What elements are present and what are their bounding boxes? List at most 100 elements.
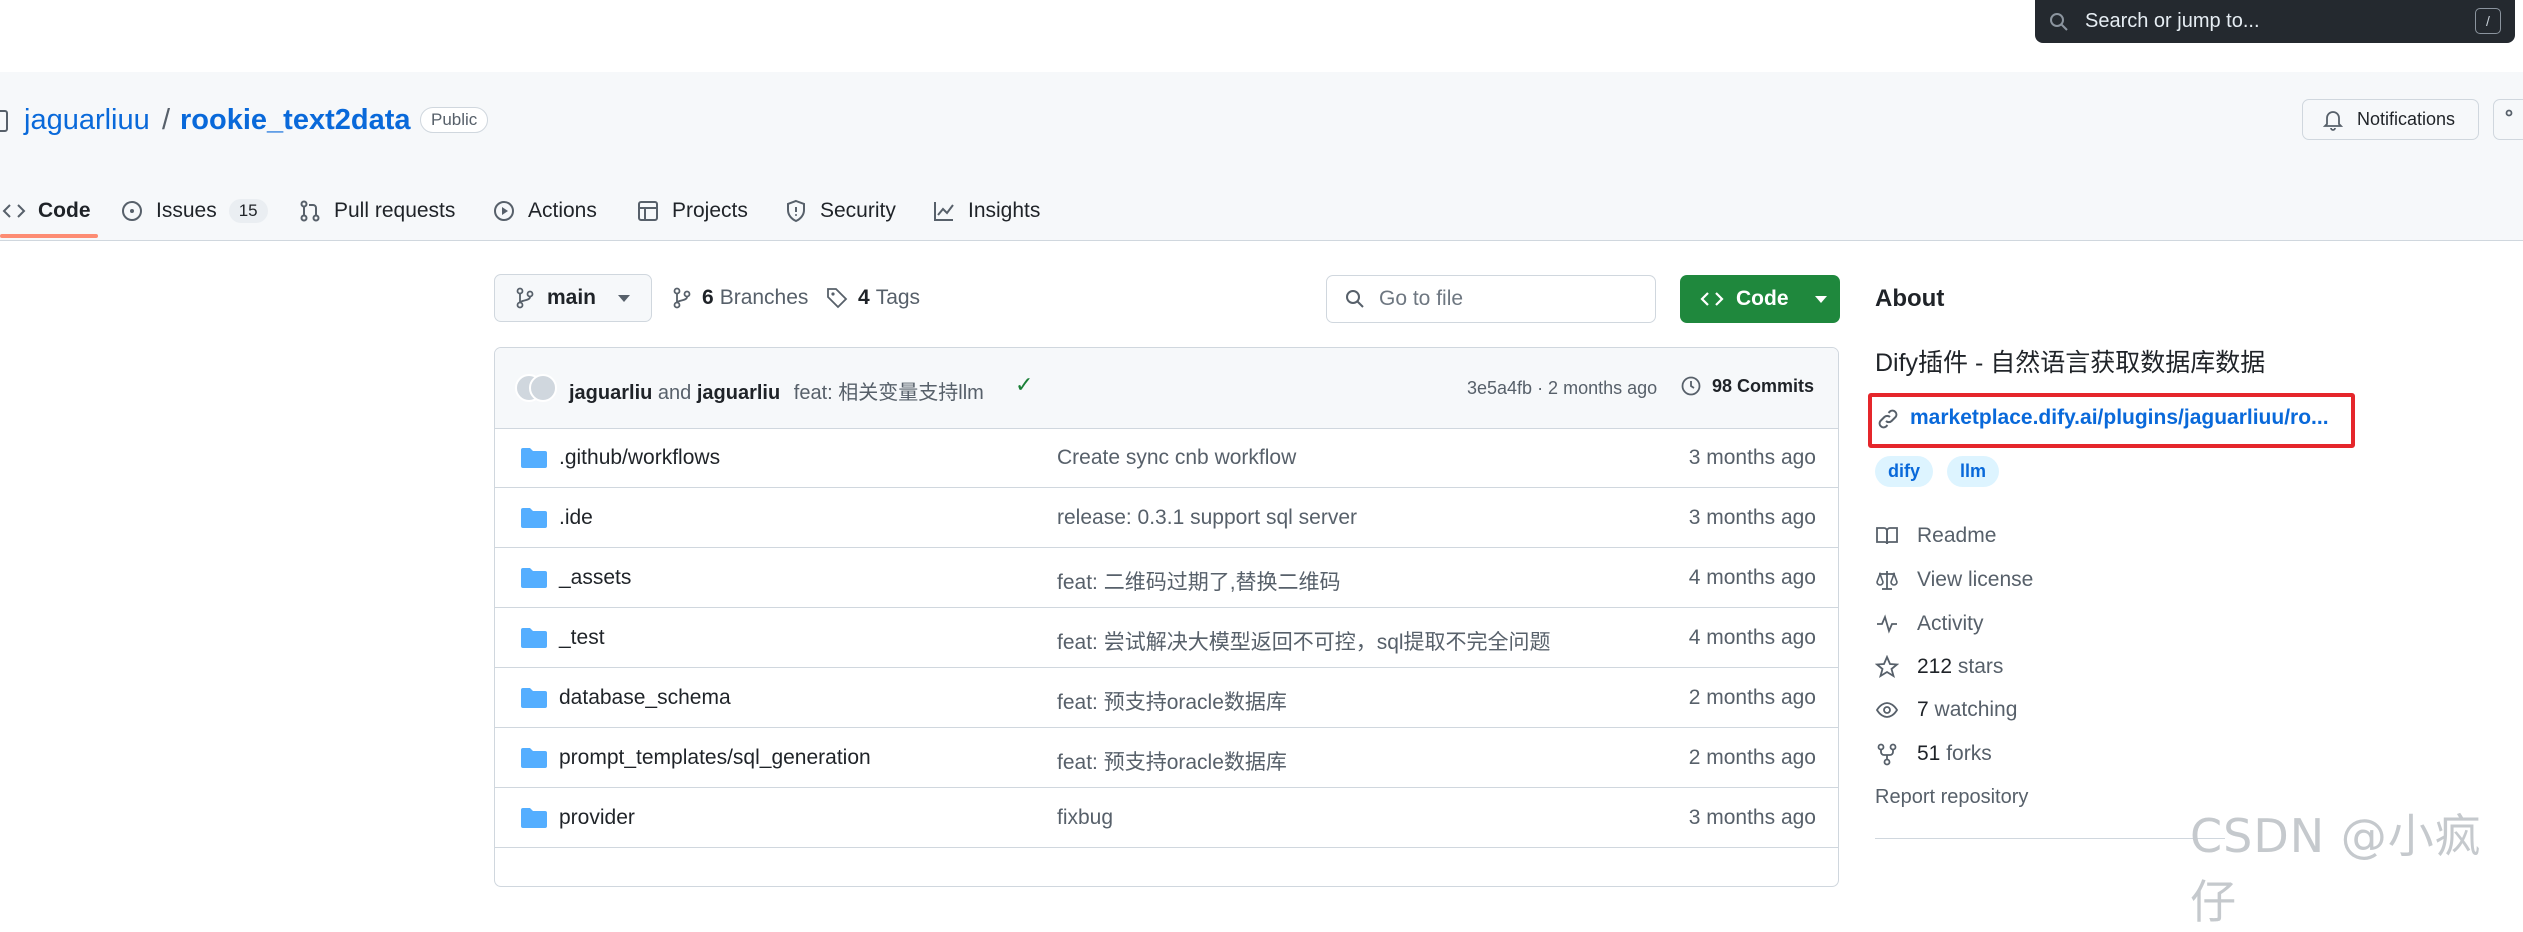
license-link[interactable]: View license: [1875, 568, 2033, 592]
code-button[interactable]: Code: [1680, 275, 1840, 323]
commit-author-2[interactable]: jaguarliu: [697, 382, 780, 404]
tab-code[interactable]: Code: [2, 186, 91, 236]
tab-projects[interactable]: Projects: [636, 186, 748, 236]
forks-link[interactable]: 51 forks: [1875, 742, 1992, 766]
report-repository-link[interactable]: Report repository: [1875, 786, 2028, 809]
commit-message[interactable]: feat: 相关变量支持llm: [794, 382, 984, 404]
folder-icon: [521, 508, 547, 528]
file-commit-message[interactable]: fixbug: [1057, 806, 1113, 830]
file-date: 2 months ago: [1688, 746, 1816, 769]
fork-button[interactable]: [2493, 99, 2523, 140]
play-icon: [494, 201, 514, 221]
table-row[interactable]: _assets feat: 二维码过期了,替换二维码 4 months ago: [495, 548, 1838, 608]
file-commit-message[interactable]: feat: 二维码过期了,替换二维码: [1057, 566, 1341, 596]
file-name[interactable]: .github/workflows: [559, 446, 720, 470]
branches-link[interactable]: 6 Branches: [672, 286, 808, 310]
file-commit-message[interactable]: feat: 预支持oracle数据库: [1057, 686, 1287, 716]
issue-icon: [122, 201, 142, 221]
file-commit-message[interactable]: Create sync cnb workflow: [1057, 446, 1296, 470]
tab-pull-requests[interactable]: Pull requests: [298, 186, 455, 236]
forks-label: forks: [1946, 742, 1992, 765]
file-commit-message[interactable]: feat: 尝试解决大模型返回不可控，sql提取不完全问题: [1057, 626, 1551, 656]
fork-icon: [2505, 109, 2513, 117]
tags-label: Tags: [875, 286, 921, 309]
file-name[interactable]: database_schema: [559, 686, 731, 710]
repo-name-link[interactable]: rookie_text2data: [180, 104, 411, 137]
commit-text: jaguarliu and jaguarliu feat: 相关变量支持llm: [569, 376, 984, 405]
notifications-label: Notifications: [2357, 109, 2456, 129]
repo-owner-link[interactable]: jaguarliuu: [24, 104, 150, 137]
table-row[interactable]: database_schema feat: 预支持oracle数据库 2 mon…: [495, 668, 1838, 728]
scale-icon: [1876, 571, 1898, 590]
notifications-button[interactable]: Notifications: [2302, 99, 2479, 140]
activity-label: Activity: [1917, 612, 1984, 635]
go-to-file-input[interactable]: Go to file: [1326, 275, 1656, 323]
go-to-file-placeholder: Go to file: [1379, 287, 1464, 310]
topic-tag[interactable]: dify: [1875, 456, 1934, 487]
history-icon: [1681, 376, 1701, 396]
table-row[interactable]: prompt_templates/sql_generation feat: 预支…: [495, 728, 1838, 788]
book-icon: [1876, 527, 1898, 545]
commit-hash-time[interactable]: 3e5a4fb · 2 months ago: [1467, 378, 1657, 399]
commits-count: 98 Commits: [1712, 375, 1815, 396]
repo-icon: [0, 110, 8, 132]
branch-icon: [516, 287, 534, 309]
stars-label: stars: [1957, 655, 2004, 678]
repo-description: Dify插件 - 自然语言获取数据库数据: [1875, 349, 2266, 377]
chevron-down-icon: [1814, 295, 1827, 303]
branch-name: main: [547, 286, 597, 309]
folder-icon: [521, 448, 547, 468]
commit-avatars[interactable]: [515, 374, 559, 402]
file-commit-message[interactable]: release: 0.3.1 support sql server: [1057, 506, 1357, 530]
tags-link[interactable]: 4 Tags: [826, 286, 920, 310]
branches-label: Branches: [719, 286, 809, 309]
pulse-icon: [1877, 614, 1897, 634]
tab-issues-label: Issues: [156, 199, 217, 222]
highlight-box: [1868, 393, 2355, 448]
search-box[interactable]: Search or jump to... /: [2035, 0, 2515, 43]
tab-pull-requests-label: Pull requests: [334, 199, 456, 222]
tab-insights-label: Insights: [968, 199, 1041, 222]
folder-icon: [521, 628, 547, 648]
readme-link[interactable]: Readme: [1875, 524, 1996, 548]
tab-actions[interactable]: Actions: [492, 186, 597, 236]
file-name[interactable]: provider: [559, 806, 635, 830]
tab-issues[interactable]: Issues 15: [120, 186, 268, 236]
activity-link[interactable]: Activity: [1875, 612, 1984, 636]
stars-link[interactable]: 212 stars: [1875, 655, 2003, 679]
tab-security-label: Security: [820, 199, 896, 222]
watching-link[interactable]: 7 watching: [1875, 698, 2017, 722]
branch-selector[interactable]: main: [494, 274, 652, 322]
tab-insights[interactable]: Insights: [932, 186, 1040, 236]
folder-icon: [521, 808, 547, 828]
repo-separator: /: [162, 104, 171, 136]
forks-count: 51: [1917, 742, 1941, 765]
file-date: 4 months ago: [1688, 626, 1816, 649]
table-row[interactable]: .github/workflows Create sync cnb workfl…: [495, 428, 1838, 488]
table-row[interactable]: .ide release: 0.3.1 support sql server 3…: [495, 488, 1838, 548]
commits-link[interactable]: 98 Commits: [1680, 375, 1814, 397]
tab-security[interactable]: Security: [784, 186, 896, 236]
check-icon[interactable]: ✓: [1015, 372, 1033, 398]
commit-author-1[interactable]: jaguarliu: [569, 382, 652, 404]
code-icon: [2, 204, 26, 218]
table-row[interactable]: provider fixbug 3 months ago: [495, 788, 1838, 848]
file-name[interactable]: _assets: [559, 566, 631, 590]
latest-commit-row: jaguarliu and jaguarliu feat: 相关变量支持llm …: [495, 348, 1838, 429]
code-button-label: Code: [1736, 287, 1789, 310]
file-commit-message[interactable]: feat: 预支持oracle数据库: [1057, 746, 1287, 776]
search-icon: [1346, 290, 1364, 308]
watching-text: 7 watching: [1917, 698, 2017, 722]
search-placeholder: Search or jump to...: [2085, 10, 2260, 32]
file-name[interactable]: .ide: [559, 506, 593, 530]
table-row[interactable]: _test feat: 尝试解决大模型返回不可控，sql提取不完全问题 4 mo…: [495, 608, 1838, 668]
file-date: 3 months ago: [1688, 446, 1816, 469]
file-name[interactable]: _test: [559, 626, 605, 650]
file-name[interactable]: prompt_templates/sql_generation: [559, 746, 871, 770]
tags-count: 4: [858, 286, 870, 309]
divider: [1875, 838, 2225, 839]
search-shortcut: /: [2475, 8, 2501, 34]
license-label: View license: [1917, 568, 2034, 591]
topic-tag[interactable]: llm: [1947, 456, 2000, 487]
watching-count: 7: [1917, 698, 1929, 721]
